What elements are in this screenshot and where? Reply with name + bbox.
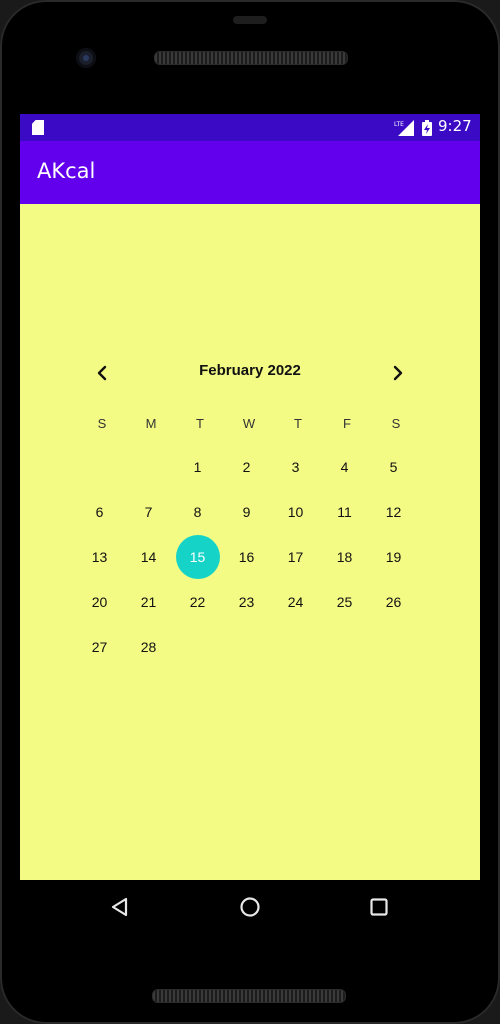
day-cell[interactable]: 4 — [323, 445, 367, 489]
day-cell[interactable]: 22 — [176, 580, 220, 624]
day-cell[interactable]: 7 — [127, 490, 171, 534]
weekday-header: SMTWTFS — [77, 416, 427, 436]
next-month-button[interactable] — [383, 358, 413, 388]
weekday-label: M — [145, 416, 157, 431]
back-icon[interactable] — [109, 896, 131, 918]
bottom-speaker-grille — [152, 989, 346, 1003]
day-cell[interactable]: 18 — [323, 535, 367, 579]
weekday-label: S — [391, 416, 401, 431]
month-year-label: February 2022 — [199, 362, 301, 379]
day-cell[interactable]: 25 — [323, 580, 367, 624]
day-cell[interactable]: 8 — [176, 490, 220, 534]
day-cell[interactable]: 21 — [127, 580, 171, 624]
weekday-label: S — [97, 416, 107, 431]
system-navigation-bar — [20, 880, 480, 936]
day-cell[interactable]: 24 — [274, 580, 318, 624]
day-cell[interactable]: 3 — [274, 445, 318, 489]
weekday-label: T — [196, 416, 204, 431]
day-cell[interactable]: 11 — [323, 490, 367, 534]
weekday-label: F — [343, 416, 351, 431]
previous-month-button[interactable] — [87, 358, 117, 388]
day-cell[interactable]: 2 — [225, 445, 269, 489]
phone-frame: LTE 9:27 AKcal February 2022 S M T W T F… — [0, 0, 500, 1024]
screen: LTE 9:27 AKcal February 2022 S M T W T F… — [20, 114, 480, 880]
front-camera — [76, 48, 96, 68]
day-cell[interactable]: 26 — [372, 580, 416, 624]
day-cell[interactable]: 28 — [127, 625, 171, 669]
day-cell[interactable]: 23 — [225, 580, 269, 624]
weekday-label: W — [242, 416, 256, 431]
day-cell[interactable]: 13 — [78, 535, 122, 579]
home-icon[interactable] — [239, 896, 261, 918]
day-cell[interactable]: 27 — [78, 625, 122, 669]
earpiece-slot — [233, 16, 267, 24]
day-cell[interactable]: 14 — [127, 535, 171, 579]
day-cell[interactable]: 10 — [274, 490, 318, 534]
day-cell[interactable]: 20 — [78, 580, 122, 624]
day-cell[interactable]: 6 — [78, 490, 122, 534]
day-cell[interactable]: 1 — [176, 445, 220, 489]
selected-day-cell[interactable]: 15 — [175, 535, 220, 579]
recent-apps-icon[interactable] — [369, 897, 389, 917]
top-speaker-grille — [154, 51, 348, 65]
day-cell[interactable]: 9 — [225, 490, 269, 534]
chevron-left-icon — [97, 365, 107, 381]
day-cell[interactable]: 17 — [274, 535, 318, 579]
day-cell[interactable]: 16 — [225, 535, 269, 579]
weekday-label: T — [294, 416, 302, 431]
day-cell[interactable]: 19 — [372, 535, 416, 579]
chevron-right-icon — [393, 365, 403, 381]
calendar-view: February 2022 SMTWTFS 1 2 3 4 5 6 7 8 9 10 11 12 13 1… — [20, 114, 480, 880]
day-cell[interactable]: 12 — [372, 490, 416, 534]
day-cell[interactable]: 5 — [372, 445, 416, 489]
